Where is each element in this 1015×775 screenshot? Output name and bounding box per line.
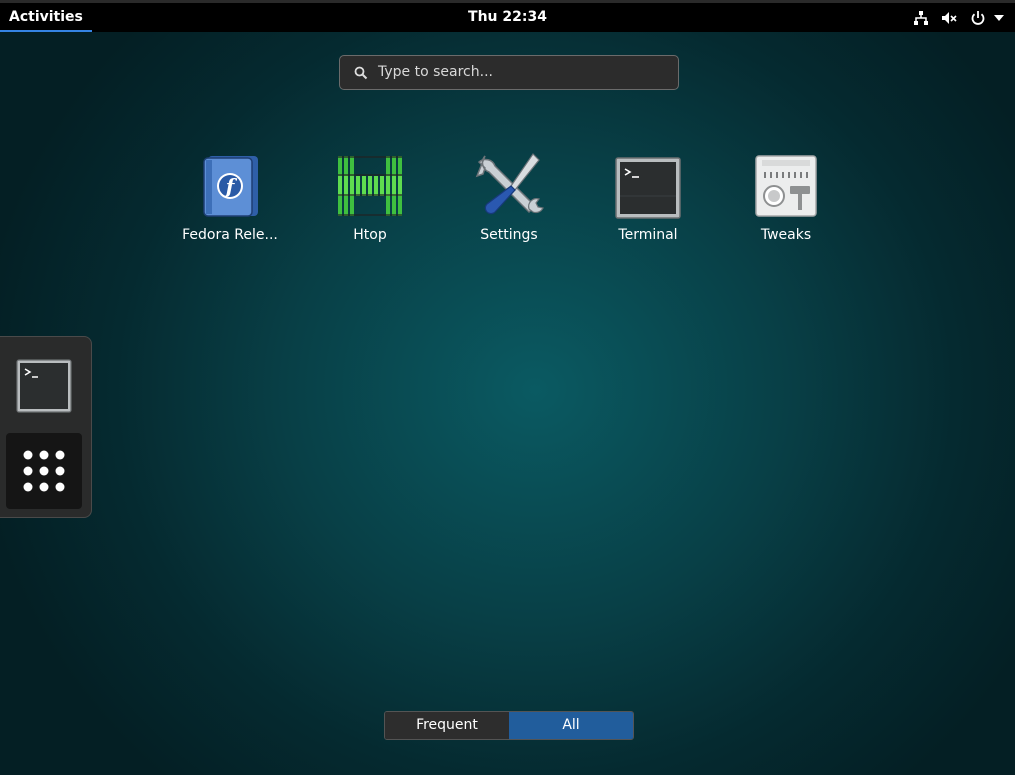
app-tweaks[interactable]: Tweaks	[726, 150, 846, 243]
settings-tools-icon	[473, 150, 545, 222]
clock-container: Thu 22:34	[0, 3, 1015, 31]
app-label: Tweaks	[760, 227, 812, 243]
htop-icon	[334, 150, 406, 222]
all-button[interactable]: All	[509, 712, 633, 739]
network-icon[interactable]	[913, 10, 929, 26]
app-label: Fedora Rele...	[182, 227, 278, 243]
activities-button[interactable]: Activities	[0, 3, 92, 32]
view-switch: Frequent All	[384, 711, 634, 740]
app-htop[interactable]: Htop	[310, 150, 430, 243]
terminal-icon	[612, 150, 684, 222]
app-label: Terminal	[618, 227, 678, 243]
dash	[0, 336, 92, 518]
search-field[interactable]: Type to search...	[339, 55, 679, 90]
power-icon[interactable]	[970, 10, 986, 26]
volume-muted-icon[interactable]	[941, 10, 957, 26]
menu-arrow-icon[interactable]	[993, 12, 1005, 24]
show-applications-icon	[23, 450, 65, 492]
search-icon	[354, 66, 368, 80]
fedora-book-icon: f	[194, 150, 266, 222]
search-input[interactable]: Type to search...	[378, 56, 493, 89]
show-applications-button[interactable]	[6, 433, 82, 509]
app-fedora-release-notes[interactable]: f Fedora Rele...	[170, 150, 290, 243]
top-bar: Activities Thu 22:34	[0, 0, 1015, 32]
tweaks-icon	[750, 150, 822, 222]
app-terminal[interactable]: Terminal	[588, 150, 708, 243]
app-settings[interactable]: Settings	[449, 150, 569, 243]
app-label: Settings	[480, 227, 538, 243]
app-label: Htop	[353, 227, 387, 243]
clock-button[interactable]: Thu 22:34	[468, 9, 547, 25]
terminal-icon[interactable]	[16, 359, 72, 413]
frequent-button[interactable]: Frequent	[385, 712, 509, 739]
